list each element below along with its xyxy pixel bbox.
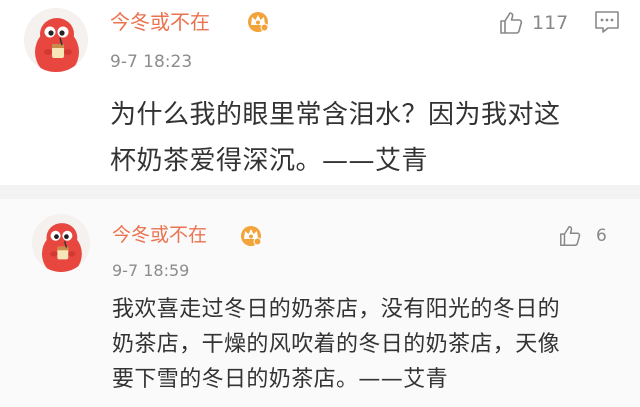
username[interactable]: 今冬或不在 bbox=[112, 223, 207, 247]
crown-vip-icon[interactable] bbox=[239, 223, 263, 247]
red-cartoon-avatar-icon bbox=[24, 8, 88, 72]
like-icon bbox=[558, 224, 582, 248]
timestamp: 9-7 18:23 bbox=[110, 52, 193, 72]
like-button[interactable]: 6 bbox=[558, 223, 607, 249]
like-icon bbox=[498, 10, 524, 36]
like-count: 6 bbox=[596, 226, 607, 246]
reply-icon bbox=[595, 11, 619, 33]
comment-thread: 今冬或不在 9-7 18:23 117 为什么我的眼里常含泪水？因为我对这 杯奶… bbox=[0, 0, 640, 407]
divider bbox=[0, 185, 640, 199]
reply-button[interactable] bbox=[594, 10, 620, 34]
crown-vip-icon[interactable] bbox=[246, 9, 270, 33]
username[interactable]: 今冬或不在 bbox=[110, 9, 210, 35]
comment-text: 为什么我的眼里常含泪水？因为我对这 杯奶茶爱得深沉。——艾青 bbox=[110, 100, 561, 176]
timestamp: 9-7 18:59 bbox=[112, 261, 190, 280]
comment-item: 今冬或不在 9-7 18:59 6 我欢喜走过冬日的奶茶店，没有阳光的冬日的 奶… bbox=[0, 199, 640, 407]
like-button[interactable]: 117 bbox=[498, 8, 568, 38]
avatar[interactable] bbox=[24, 8, 88, 72]
comment-text: 我欢喜走过冬日的奶茶店，没有阳光的冬日的 奶茶店，干燥的风吹着的冬日的奶茶店，天… bbox=[112, 297, 561, 392]
avatar[interactable] bbox=[32, 214, 90, 272]
comment-item: 今冬或不在 9-7 18:23 117 为什么我的眼里常含泪水？因为我对这 杯奶… bbox=[0, 0, 640, 185]
red-cartoon-avatar-icon bbox=[32, 214, 90, 272]
like-count: 117 bbox=[532, 12, 569, 34]
